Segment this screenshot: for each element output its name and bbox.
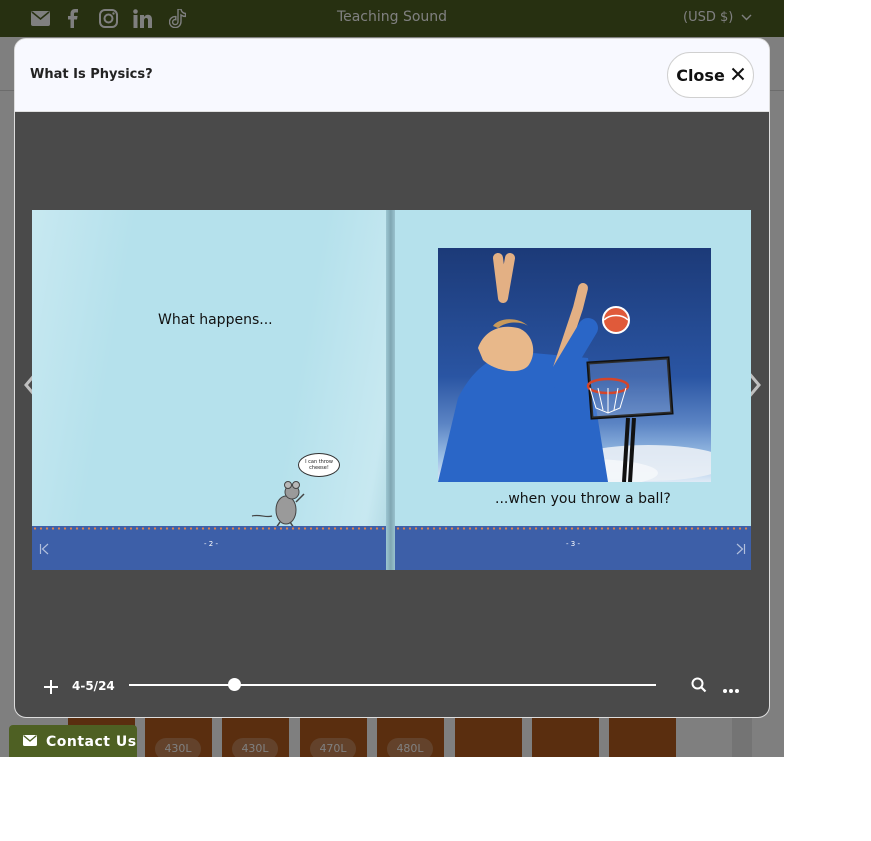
contact-us-label: Contact Us <box>46 733 137 750</box>
close-button[interactable]: Close <box>667 52 754 98</box>
last-page-icon[interactable] <box>736 543 746 558</box>
basketball-photo-art <box>438 253 711 482</box>
right-page-number: - 3 - <box>566 540 580 548</box>
viewer-controls: 4-5/24 <box>15 670 769 710</box>
first-page-icon[interactable] <box>39 543 49 558</box>
flipbook-modal: What Is Physics? Close What happens... I… <box>14 38 770 718</box>
speech-bubble-text: I can throw cheese! <box>305 459 333 471</box>
right-page: ...when you throw a ball? - 3 - <box>395 210 751 570</box>
flipbook-viewer: What happens... I can throw cheese! - 2 … <box>15 112 769 717</box>
close-label: Close <box>676 65 725 85</box>
right-page-caption: ...when you throw a ball? <box>495 491 671 507</box>
search-icon[interactable] <box>691 677 707 697</box>
more-icon[interactable] <box>722 679 740 698</box>
page-indicator: 4-5/24 <box>72 679 115 693</box>
dotted-trim <box>32 527 390 530</box>
plus-icon[interactable] <box>43 676 59 701</box>
left-page-text: What happens... <box>158 312 273 328</box>
page-footer-band: - 3 - <box>395 526 751 570</box>
page-footer-band: - 2 - <box>32 526 390 570</box>
speech-bubble: I can throw cheese! <box>298 453 340 477</box>
book-spread[interactable]: What happens... I can throw cheese! - 2 … <box>32 210 758 570</box>
close-icon <box>731 66 745 85</box>
dotted-trim <box>395 527 751 530</box>
page-sheen <box>32 210 390 570</box>
page-slider[interactable] <box>129 684 656 686</box>
modal-header: What Is Physics? Close <box>15 39 769 112</box>
modal-title: What Is Physics? <box>30 67 153 82</box>
basketball-photo <box>438 248 711 482</box>
contact-us-button[interactable]: Contact Us <box>9 725 137 757</box>
mouse-illustration-icon <box>250 480 310 532</box>
left-page: What happens... I can throw cheese! - 2 … <box>32 210 390 570</box>
store-page: Teaching Sound (USD $) 430L 430L 470L 48… <box>0 0 784 757</box>
left-page-number: - 2 - <box>204 540 218 548</box>
envelope-icon <box>23 734 37 750</box>
slider-thumb[interactable] <box>227 678 241 691</box>
